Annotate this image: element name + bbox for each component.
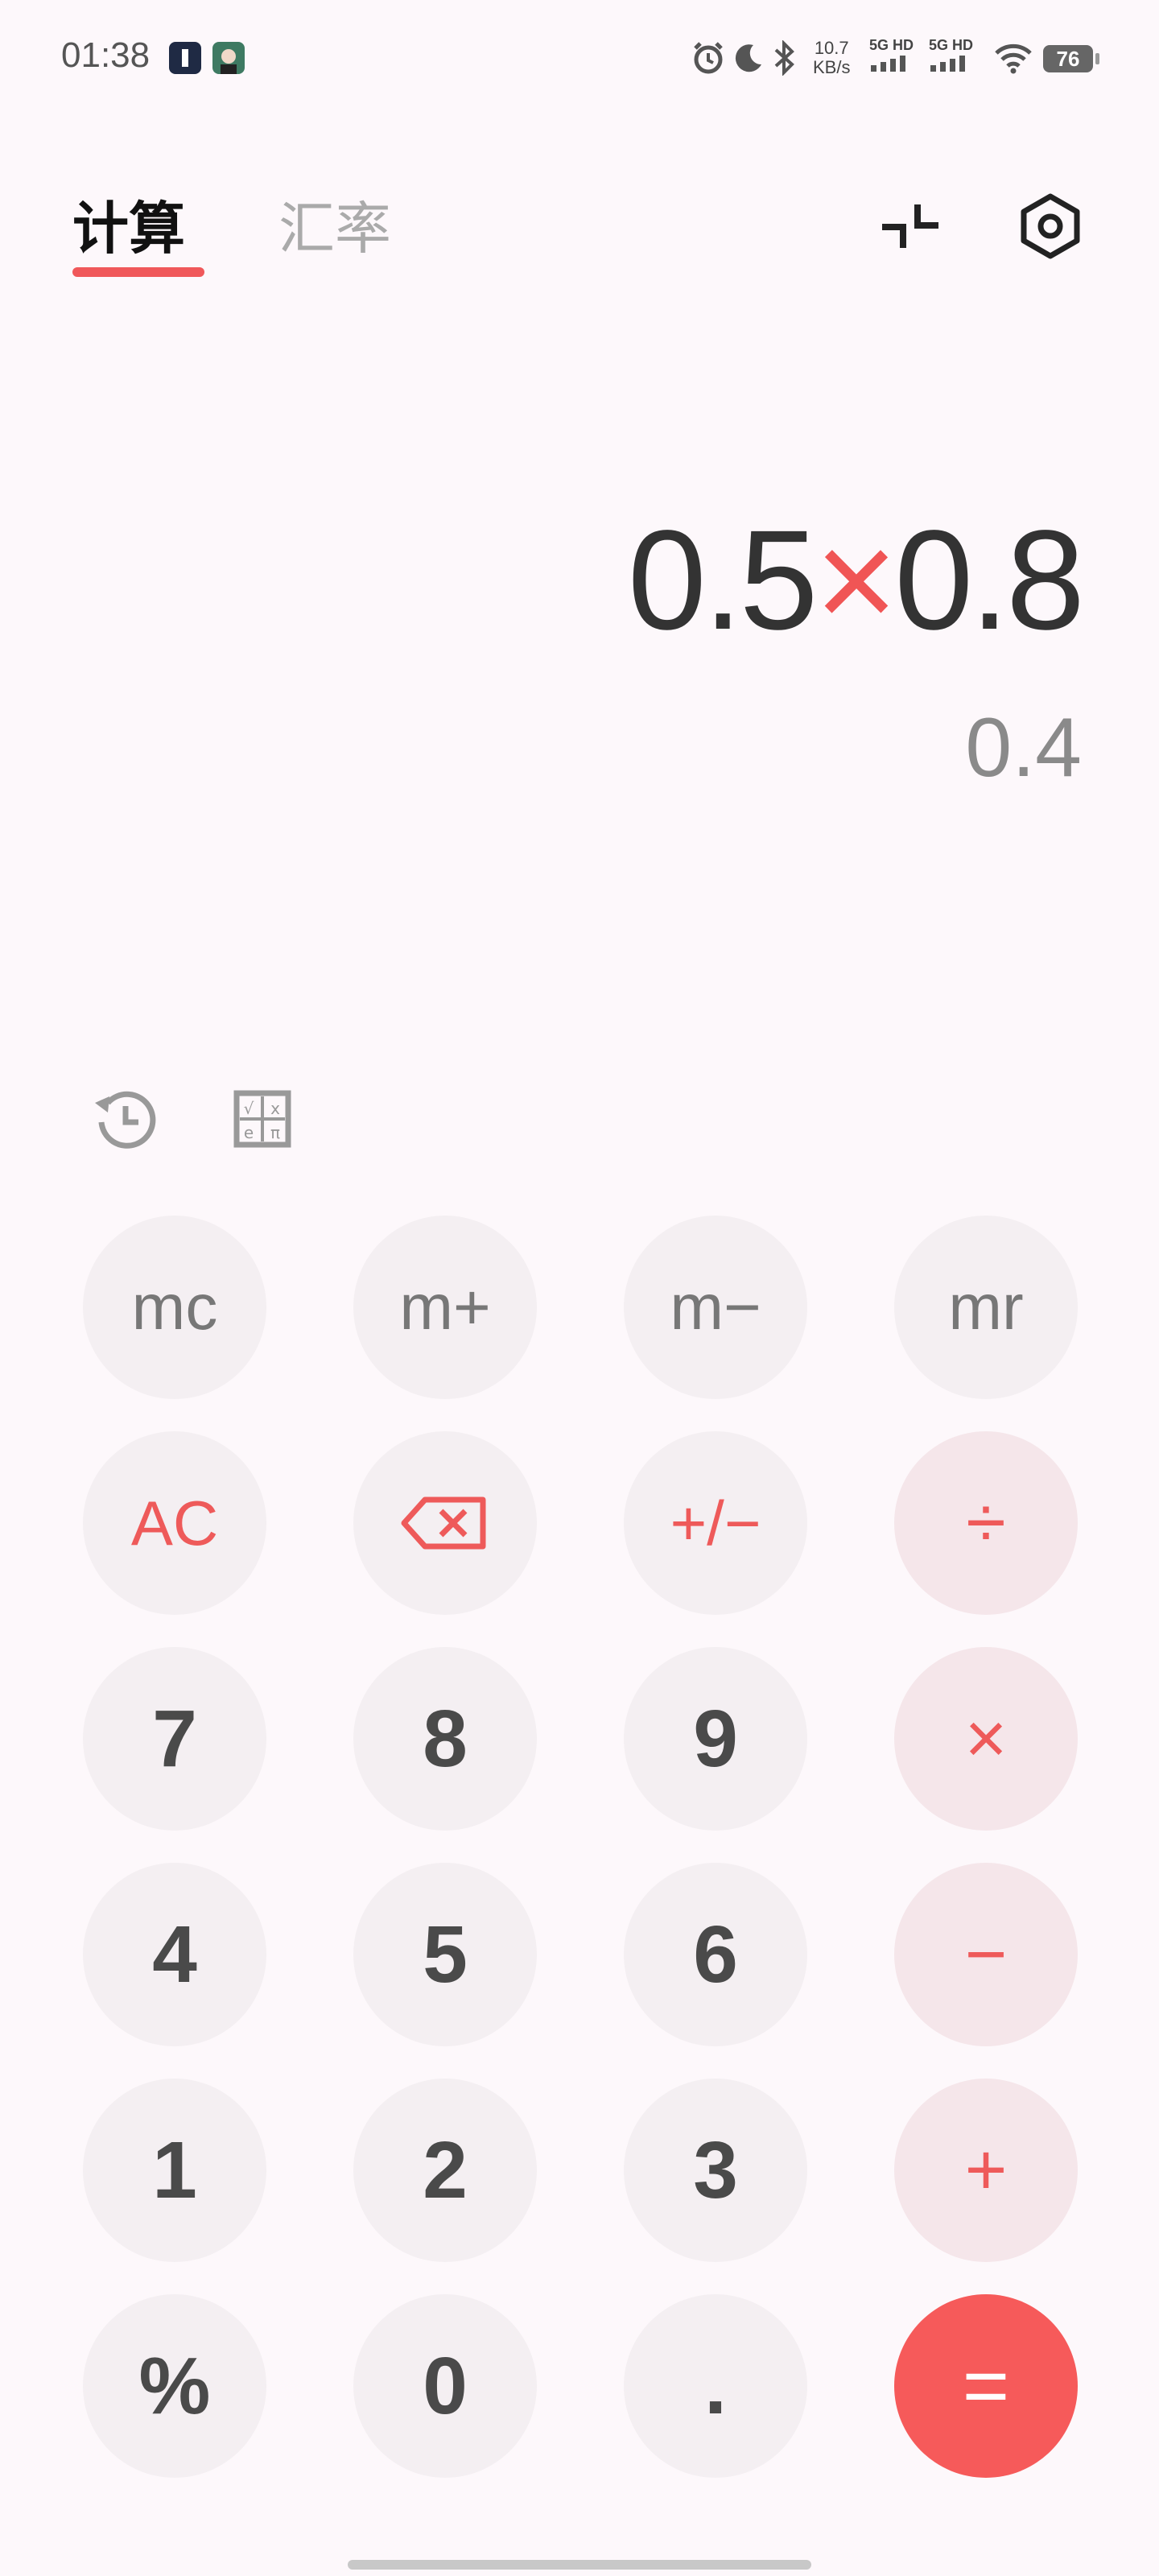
backspace-icon <box>401 1496 486 1550</box>
svg-text:x: x <box>270 1099 280 1118</box>
digit-2-button[interactable]: 2 <box>353 2079 537 2262</box>
operator: × <box>815 502 898 659</box>
result-display: 0.4 <box>965 701 1082 795</box>
m-plus-button[interactable]: m+ <box>353 1216 537 1399</box>
do-not-disturb-icon <box>731 40 766 79</box>
svg-text:e: e <box>244 1123 254 1142</box>
signal-2-label: 5G HD <box>929 37 974 53</box>
bluetooth-icon <box>771 39 798 79</box>
status-time: 01:38 <box>61 35 151 75</box>
digit-9-button[interactable]: 9 <box>624 1647 807 1831</box>
minus-button[interactable]: − <box>894 1863 1078 2046</box>
settings-icon[interactable] <box>1014 190 1087 262</box>
signal-2-icon: 5G HD <box>929 37 973 75</box>
wifi-icon <box>993 42 1033 77</box>
operand-1: 0.5 <box>627 502 819 659</box>
status-bar: 01:38 10.7 KB/s 5G HD 5G HD 76 <box>0 0 1159 121</box>
signal-1-label: 5G HD <box>869 37 914 53</box>
digit-5-button[interactable]: 5 <box>353 1863 537 2046</box>
notification-avatar-icon <box>212 42 245 77</box>
digit-3-button[interactable]: 3 <box>624 2079 807 2262</box>
mc-button[interactable]: mc <box>83 1216 266 1399</box>
digit-6-button[interactable]: 6 <box>624 1863 807 2046</box>
alarm-icon <box>691 40 726 79</box>
multiply-button[interactable]: × <box>894 1647 1078 1831</box>
net-speed-unit: KB/s <box>813 57 851 77</box>
digit-7-button[interactable]: 7 <box>83 1647 266 1831</box>
equals-button[interactable]: = <box>894 2294 1078 2478</box>
svg-text:π: π <box>270 1123 280 1142</box>
net-speed: 10.7 KB/s <box>813 39 850 77</box>
battery-indicator: 76 <box>1043 45 1099 72</box>
operand-2: 0.8 <box>894 502 1085 659</box>
collapse-icon[interactable] <box>874 190 947 262</box>
backspace-button[interactable] <box>353 1431 537 1615</box>
clear-button[interactable]: AC <box>83 1431 266 1615</box>
svg-text:√: √ <box>244 1099 254 1118</box>
notification-app-icon <box>169 42 201 77</box>
digit-8-button[interactable]: 8 <box>353 1647 537 1831</box>
scientific-icon[interactable]: √ x e π <box>222 1079 303 1159</box>
digit-0-button[interactable]: 0 <box>353 2294 537 2478</box>
tab-active-indicator <box>72 267 204 277</box>
plus-button[interactable]: + <box>894 2079 1078 2262</box>
digit-1-button[interactable]: 1 <box>83 2079 266 2262</box>
expression-display: 0.5×0.8 <box>627 499 1085 662</box>
decimal-point-button[interactable]: . <box>624 2294 807 2478</box>
mr-button[interactable]: mr <box>894 1216 1078 1399</box>
history-icon[interactable] <box>84 1079 164 1159</box>
sign-toggle-button[interactable]: +/− <box>624 1431 807 1615</box>
tab-exchange-rate[interactable]: 汇率 <box>278 184 391 265</box>
divide-button[interactable]: ÷ <box>894 1431 1078 1615</box>
home-indicator[interactable] <box>348 2560 811 2570</box>
signal-1-icon: 5G HD <box>869 37 914 75</box>
net-speed-value: 10.7 <box>814 38 849 58</box>
digit-4-button[interactable]: 4 <box>83 1863 266 2046</box>
tab-calculate[interactable]: 计算 <box>72 184 185 265</box>
percent-button[interactable]: % <box>83 2294 266 2478</box>
m-minus-button[interactable]: m− <box>624 1216 807 1399</box>
